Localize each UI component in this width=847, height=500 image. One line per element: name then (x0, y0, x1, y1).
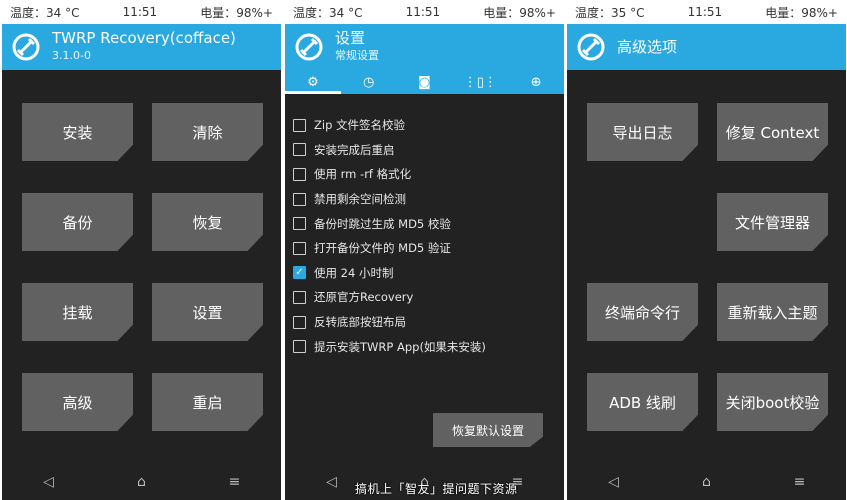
settings-screen: 温度：34 °C 11:51 电量：98%+ 设置 常规设置 ⚙ ◷ ◙ ⋮▯⋮… (285, 0, 564, 500)
settings-option-row[interactable]: 提示安装TWRP App(如果未安装) (293, 334, 556, 359)
restore-defaults-button[interactable]: 恢复默认设置 (433, 413, 543, 447)
settings-checklist: Zip 文件签名校验 安装完成后重启使用 rm -rf 格式化 禁用剩余空间检测备份… (293, 113, 556, 359)
temperature-text: 温度：35 °C (575, 5, 645, 20)
back-icon[interactable]: ◁ (324, 474, 340, 490)
status-bar: 温度：35 °C 11:51 电量：98%+ (567, 0, 846, 24)
adb-sideload-button[interactable]: ADB 线刷 (587, 373, 698, 431)
backup-button[interactable]: 备份 (22, 193, 133, 251)
header: 设置 常规设置 (285, 24, 564, 70)
fix-context-button[interactable]: 修复 Context (717, 103, 828, 161)
home-icon[interactable]: ⌂ (699, 474, 715, 490)
version-text: 3.1.0-0 (52, 49, 91, 62)
advanced-button[interactable]: 高级 (22, 373, 133, 431)
main-menu-screen: 温度：34 °C 11:51 电量：98%+ TWRP Recovery(cof… (2, 0, 281, 500)
header: TWRP Recovery(cofface) 3.1.0-0 (2, 24, 281, 70)
restore-button[interactable]: 恢复 (152, 193, 263, 251)
battery-text: 电量：98%+ (483, 5, 556, 20)
checkbox[interactable] (293, 118, 306, 132)
battery-text: 电量：98%+ (765, 5, 838, 20)
option-label: 还原官方Recovery (314, 290, 414, 305)
terminal-button[interactable]: 终端命令行 (587, 283, 698, 341)
twrp-logo-icon (295, 33, 323, 61)
back-icon[interactable]: ◁ (606, 474, 622, 490)
clock-icon: ◷ (363, 74, 375, 90)
settings-option-row[interactable]: 反转底部按钮布局 (293, 310, 556, 335)
checkmark-icon: ✓ (295, 266, 304, 278)
app-title: TWRP Recovery(cofface) (52, 29, 236, 47)
watermark-text: 搞机上「智友」提问题下资源 (355, 482, 518, 496)
settings-button[interactable]: 设置 (152, 283, 263, 341)
twrp-logo-icon (577, 33, 605, 61)
twrp-logo-icon (12, 33, 40, 61)
temperature-text: 温度：34 °C (10, 5, 80, 20)
page-title: 设置 (335, 29, 366, 47)
tab-language[interactable]: ⊕ (508, 70, 564, 94)
checkbox[interactable] (293, 167, 306, 181)
page-title: 高级选项 (617, 37, 678, 56)
temperature-text: 温度：34 °C (293, 5, 363, 20)
checkbox[interactable] (293, 340, 306, 354)
checkbox[interactable] (293, 217, 306, 231)
tab-vibration[interactable]: ⋮▯⋮ (452, 70, 508, 94)
tab-general[interactable]: ⚙ (285, 70, 341, 94)
screens-container: 温度：34 °C 11:51 电量：98%+ TWRP Recovery(cof… (0, 0, 847, 500)
vibration-icon: ⋮▯⋮ (463, 74, 497, 90)
settings-option-row[interactable]: ✓ 使用 24 小时制 (293, 261, 556, 286)
settings-option-row[interactable]: 禁用剩余空间检测 (293, 187, 556, 212)
option-label: 备份时跳过生成 MD5 校验 (314, 216, 451, 231)
header: 高级选项 (567, 24, 846, 70)
clock-text: 11:51 (122, 5, 158, 19)
clock-text: 11:51 (687, 5, 723, 19)
option-label: 禁用剩余空间检测 (314, 192, 406, 207)
settings-option-row[interactable]: 安装完成后重启 (293, 138, 556, 163)
option-label: 提示安装TWRP App(如果未安装) (314, 339, 486, 354)
install-button[interactable]: 安装 (22, 103, 133, 161)
back-icon[interactable]: ◁ (41, 474, 57, 490)
option-label: 打开备份文件的 MD5 验证 (314, 241, 451, 256)
status-bar: 温度：34 °C 11:51 电量：98%+ (285, 0, 564, 24)
checkbox[interactable]: ✓ (293, 266, 306, 280)
reboot-button[interactable]: 重启 (152, 373, 263, 431)
nav-bar: ◁ ⌂ ≡ (567, 464, 846, 500)
clock-text: 11:51 (405, 5, 441, 19)
tab-screen[interactable]: ◙ (397, 70, 453, 94)
option-label: 使用 rm -rf 格式化 (314, 167, 412, 182)
reload-theme-button[interactable]: 重新载入主题 (717, 283, 828, 341)
settings-option-row[interactable]: 使用 rm -rf 格式化 (293, 162, 556, 187)
menu-icon[interactable]: ≡ (792, 474, 808, 490)
export-log-button[interactable]: 导出日志 (587, 103, 698, 161)
status-bar: 温度：34 °C 11:51 电量：98%+ (2, 0, 281, 24)
gear-icon: ⚙ (307, 74, 319, 90)
checkbox[interactable] (293, 192, 306, 206)
language-icon: ⊕ (530, 74, 542, 90)
mount-button[interactable]: 挂载 (22, 283, 133, 341)
home-icon[interactable]: ⌂ (134, 474, 150, 490)
checkbox[interactable] (293, 241, 306, 255)
settings-option-row[interactable]: Zip 文件签名校验 (293, 113, 556, 138)
page-subtitle: 常规设置 (335, 49, 379, 62)
disable-boot-verify-button[interactable]: 关闭boot校验 (717, 373, 828, 431)
nav-bar: ◁ ⌂ ≡ (2, 464, 281, 500)
wipe-button[interactable]: 清除 (152, 103, 263, 161)
screen-icon: ◙ (418, 74, 431, 90)
checkbox[interactable] (293, 315, 306, 329)
checkbox[interactable] (293, 290, 306, 304)
settings-option-row[interactable]: 打开备份文件的 MD5 验证 (293, 236, 556, 261)
settings-option-row[interactable]: 备份时跳过生成 MD5 校验 (293, 211, 556, 236)
option-label: 反转底部按钮布局 (314, 315, 406, 330)
battery-text: 电量：98%+ (200, 5, 273, 20)
file-manager-button[interactable]: 文件管理器 (717, 193, 828, 251)
option-label: 使用 24 小时制 (314, 265, 394, 280)
settings-tabs: ⚙ ◷ ◙ ⋮▯⋮ ⊕ (285, 70, 564, 94)
option-label: 安装完成后重启 (314, 142, 395, 157)
checkbox[interactable] (293, 143, 306, 157)
advanced-screen: 温度：35 °C 11:51 电量：98%+ 高级选项 导出日志 修复 Cont… (567, 0, 846, 500)
menu-icon[interactable]: ≡ (227, 474, 243, 490)
tab-time[interactable]: ◷ (341, 70, 397, 94)
option-label: Zip 文件签名校验 (314, 118, 406, 133)
settings-option-row[interactable]: 还原官方Recovery (293, 285, 556, 310)
